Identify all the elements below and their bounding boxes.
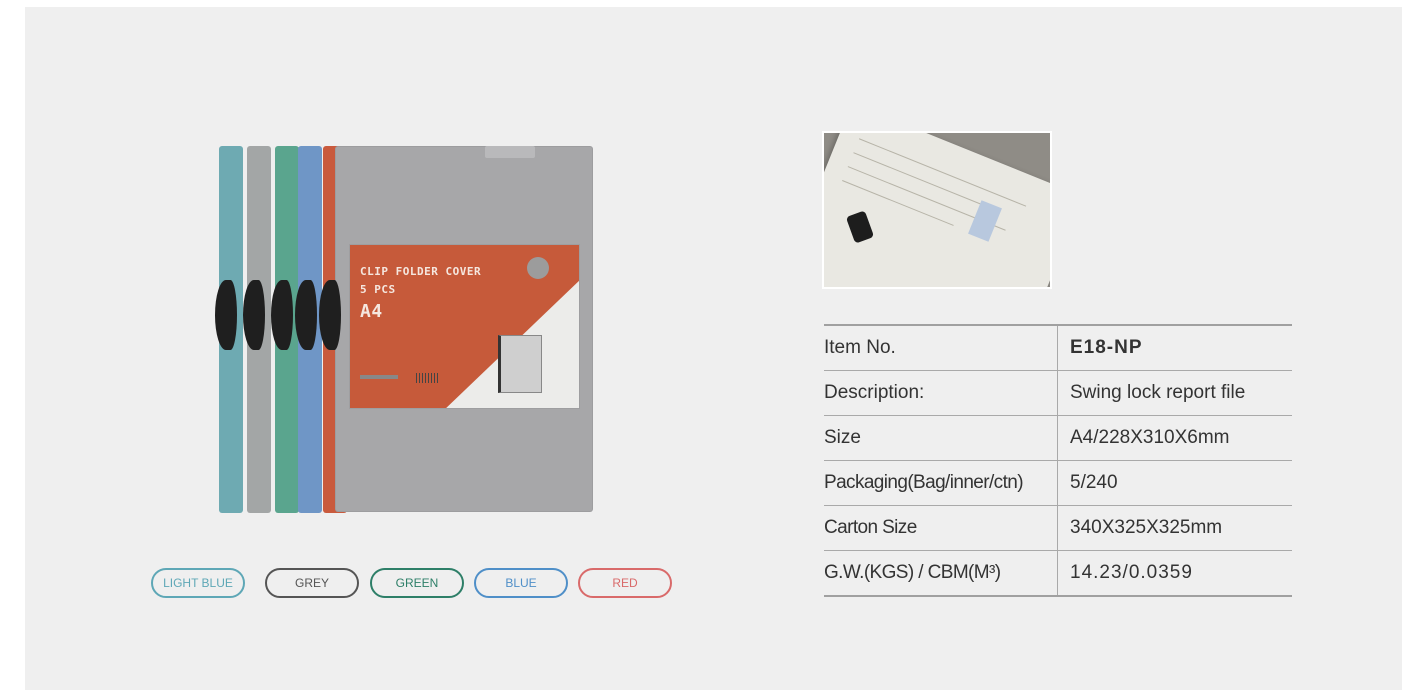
label-line-1: CLIP FOLDER COVER: [360, 265, 482, 278]
spec-row-gw-cbm: G.W.(KGS) / CBM(M³) 14.23/0.0359: [824, 550, 1292, 597]
label-fine-print: [360, 375, 398, 379]
spec-row-item-no: Item No. E18-NP: [824, 324, 1292, 371]
clip-1: [215, 280, 237, 350]
color-pill-blue: BLUE: [474, 568, 568, 598]
cover-tab: [485, 146, 535, 158]
color-pill-grey: GREY: [265, 568, 359, 598]
spec-row-size: Size A4/228X310X6mm: [824, 415, 1292, 461]
spec-value: A4/228X310X6mm: [1057, 415, 1292, 461]
spec-key: Description:: [824, 370, 1058, 416]
color-pill-green: GREEN: [370, 568, 464, 598]
detail-thumbnail: [822, 131, 1052, 289]
spec-table: Item No. E18-NP Description: Swing lock …: [824, 324, 1292, 597]
label-line-3: A4: [360, 301, 383, 322]
clip-2: [243, 280, 265, 350]
mini-folder-icon: [498, 335, 542, 393]
spec-key: Packaging(Bag/inner/ctn): [824, 460, 1058, 506]
clip-5: [319, 280, 341, 350]
spec-key: Item No.: [824, 324, 1058, 371]
label-badge-icon: [527, 257, 549, 279]
spec-key: Size: [824, 415, 1058, 461]
spec-key: G.W.(KGS) / CBM(M³): [824, 550, 1058, 597]
clip-4: [295, 280, 317, 350]
spec-row-description: Description: Swing lock report file: [824, 370, 1292, 416]
spec-row-packaging: Packaging(Bag/inner/ctn) 5/240: [824, 460, 1292, 506]
spec-value: E18-NP: [1057, 324, 1292, 371]
label-line-2: 5 PCS: [360, 283, 396, 296]
spec-value: 14.23/0.0359: [1057, 550, 1292, 597]
product-image: CLIP FOLDER COVER 5 PCS A4: [215, 138, 597, 516]
spec-value: 5/240: [1057, 460, 1292, 506]
barcode-icon: [416, 373, 438, 383]
color-pill-light-blue: LIGHT BLUE: [151, 568, 245, 598]
color-pill-label: LIGHT BLUE: [163, 576, 233, 590]
package-label: CLIP FOLDER COVER 5 PCS A4: [350, 245, 579, 408]
spec-value: 340X325X325mm: [1057, 505, 1292, 551]
spec-key: Carton Size: [824, 505, 1058, 551]
color-pill-label: BLUE: [505, 576, 537, 590]
sheet-line: [853, 152, 993, 210]
color-pill-label: GREY: [294, 576, 329, 590]
spec-value: Swing lock report file: [1057, 370, 1292, 416]
color-pill-label: RED: [612, 576, 638, 590]
color-pill-red: RED: [578, 568, 672, 598]
spec-row-carton-size: Carton Size 340X325X325mm: [824, 505, 1292, 551]
color-pill-label: GREEN: [395, 576, 439, 590]
clip-3: [271, 280, 293, 350]
thumb-paper-sheet: [824, 133, 1050, 287]
